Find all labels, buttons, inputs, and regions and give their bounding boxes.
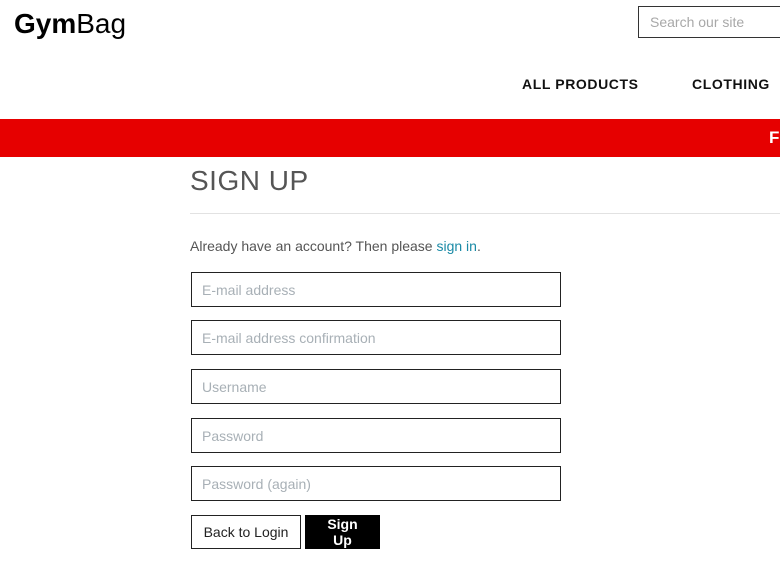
signup-form-section: SIGN UP Already have an account? Then pl… <box>190 158 780 549</box>
nav-item-all-products[interactable]: ALL PRODUCTS <box>522 76 639 92</box>
signup-page: GymBag ALL PRODUCTS CLOTHING F SIGN UP A… <box>0 0 780 569</box>
username-field[interactable] <box>191 369 561 404</box>
site-logo[interactable]: GymBag <box>14 8 126 40</box>
back-to-login-button[interactable]: Back to Login <box>191 515 301 549</box>
email-confirmation-field[interactable] <box>191 320 561 355</box>
logo-light-text: Bag <box>76 8 127 39</box>
logo-bold-text: Gym <box>14 8 77 39</box>
sign-up-button[interactable]: Sign Up <box>305 515 380 549</box>
signin-prompt: Already have an account? Then please sig… <box>190 237 780 255</box>
password-again-field[interactable] <box>191 466 561 501</box>
nav-item-clothing[interactable]: CLOTHING <box>692 76 770 92</box>
signin-link[interactable]: sign in <box>436 238 476 254</box>
signin-prompt-text: Already have an account? Then please <box>190 238 437 254</box>
promo-banner: F <box>0 119 780 157</box>
signin-prompt-end: . <box>476 238 481 254</box>
promo-banner-text: F <box>769 128 780 147</box>
search-input[interactable] <box>638 6 780 38</box>
title-divider <box>190 213 780 214</box>
page-title: SIGN UP <box>190 165 309 196</box>
password-field[interactable] <box>191 418 561 453</box>
email-field[interactable] <box>191 272 561 307</box>
